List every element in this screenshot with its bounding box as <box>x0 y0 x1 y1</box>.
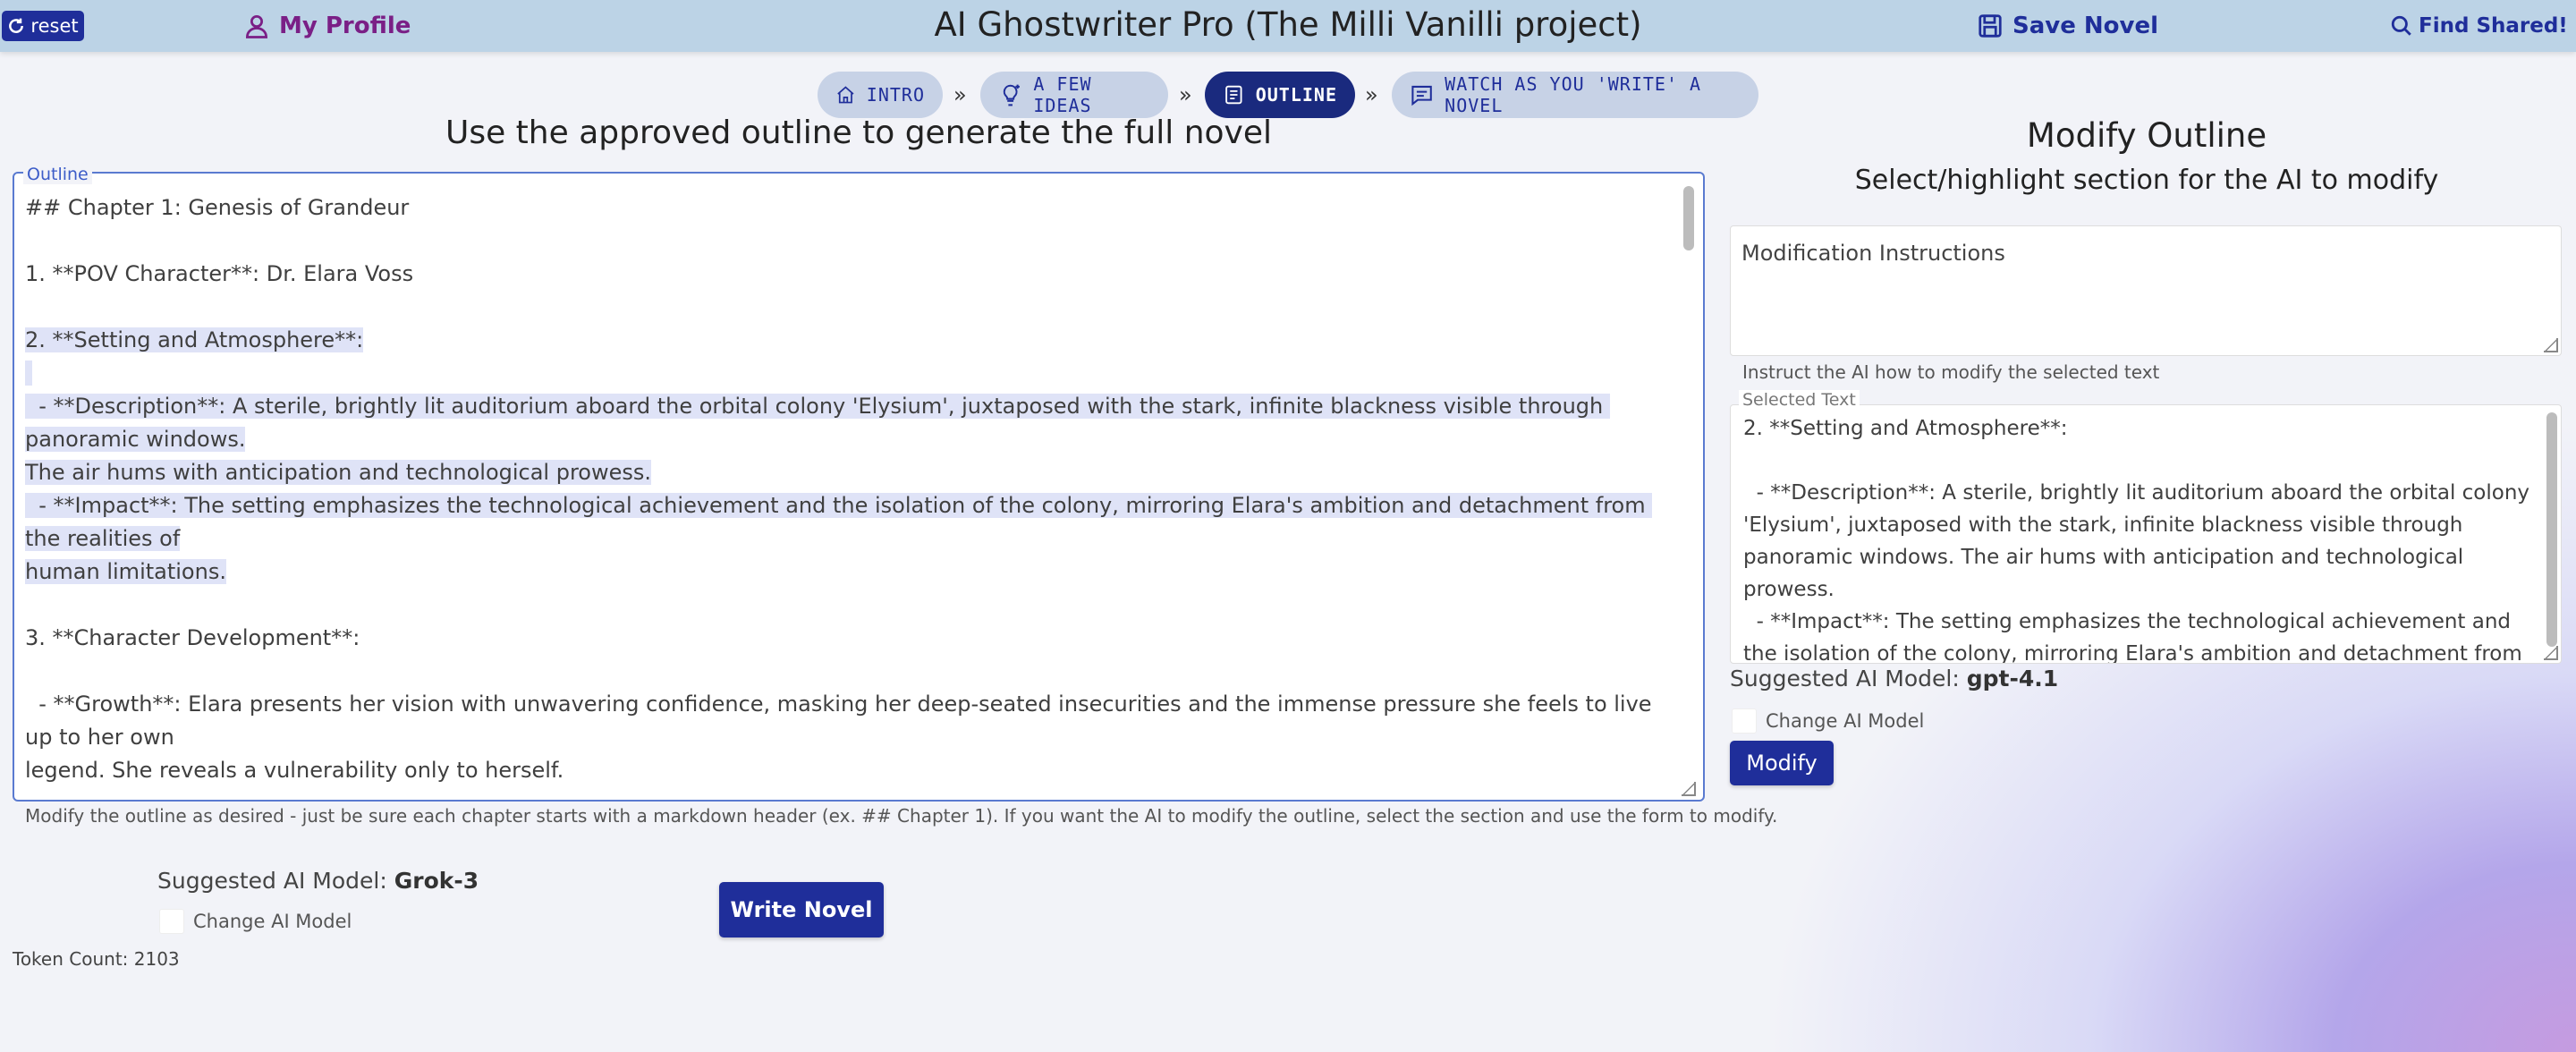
instructions-hint: Instruct the AI how to modify the select… <box>1742 361 2160 383</box>
suggested-model: Suggested AI Model: Grok-3 <box>157 868 479 894</box>
user-icon <box>245 15 268 38</box>
selected-text-content: 2. **Setting and Atmosphere**: - **Descr… <box>1743 417 2530 664</box>
token-count: Token Count: 2103 <box>13 948 180 970</box>
selected-text-label: Selected Text <box>1739 390 1860 410</box>
outline-legend: Outline <box>23 165 92 184</box>
instructions-resize-handle[interactable] <box>2544 338 2558 352</box>
step-separator: » <box>953 82 967 107</box>
outline-line: 3. **Character Development**: <box>25 625 360 650</box>
outline-line: The air hums with anticipation and techn… <box>25 460 652 485</box>
outline-line: - **Relevance**: This unveiling sets the… <box>25 787 1662 791</box>
outline-line: legend. She reveals a vulnerability only… <box>25 758 564 783</box>
reset-label: reset <box>30 15 79 37</box>
step-outline[interactable]: OUTLINE <box>1205 72 1355 118</box>
outline-line: - **Impact**: The setting emphasizes the… <box>25 493 1653 551</box>
home-icon <box>837 86 854 104</box>
save-novel-label: Save Novel <box>2012 13 2159 39</box>
step-intro[interactable]: INTRO <box>818 72 943 118</box>
suggested-model-label: Suggested AI Model: <box>157 868 387 894</box>
outline-line <box>25 357 1662 390</box>
outline-scrollbar[interactable] <box>1683 186 1694 250</box>
outline-hint: Modify the outline as desired - just be … <box>25 805 1778 827</box>
step-outline-label: OUTLINE <box>1255 84 1337 106</box>
outline-textarea[interactable]: ## Chapter 1: Genesis of Grandeur 1. **PO… <box>25 191 1662 791</box>
modify-subheading: Select/highlight section for the AI to m… <box>1854 165 2439 196</box>
search-icon <box>2391 15 2411 36</box>
selected-text-area[interactable]: 2. **Setting and Atmosphere**: - **Descr… <box>1730 404 2562 664</box>
suggested-model-value: Grok-3 <box>394 868 479 894</box>
find-shared-button[interactable]: Find Shared! <box>2390 0 2568 52</box>
page-heading: Use the approved outline to generate the… <box>445 115 1272 151</box>
selected-text-scrollbar[interactable] <box>2546 412 2557 647</box>
outline-line <box>25 589 1662 622</box>
outline-line: ## Chapter 1: Genesis of Grandeur <box>25 195 410 220</box>
modification-instructions-input[interactable]: Modification Instructions <box>1730 225 2562 356</box>
lightbulb-icon <box>1003 84 1020 106</box>
outline-line: - **Description**: A sterile, brightly l… <box>25 394 1610 452</box>
reset-button[interactable]: reset <box>2 11 84 41</box>
top-bar: reset My Profile AI Ghostwriter Pro (The… <box>0 0 2576 52</box>
refresh-icon <box>9 18 24 33</box>
my-profile-label: My Profile <box>279 13 411 39</box>
outline-line: - **Growth**: Elara presents her vision … <box>25 691 1659 750</box>
modify-button[interactable]: Modify <box>1730 741 1834 785</box>
change-model-checkbox[interactable] <box>159 909 184 934</box>
step-separator: » <box>1365 82 1378 107</box>
outline-line: human limitations. <box>25 559 226 584</box>
chat-icon <box>1411 85 1432 106</box>
step-watch-write-label: WATCH AS YOU 'WRITE' A NOVEL <box>1445 73 1702 116</box>
step-watch-write[interactable]: WATCH AS YOU 'WRITE' A NOVEL <box>1392 72 1758 118</box>
my-profile-link[interactable]: My Profile <box>243 0 411 52</box>
modify-heading: Modify Outline <box>2026 116 2267 155</box>
outline-resize-handle[interactable] <box>1682 782 1696 796</box>
mod-suggested-model-label: Suggested AI Model: <box>1730 666 1960 691</box>
document-icon <box>1225 85 1242 105</box>
outline-line: 2. **Setting and Atmosphere**: <box>25 327 364 352</box>
save-icon <box>1979 14 2002 38</box>
change-model-label: Change AI Model <box>193 911 352 932</box>
outline-line: 1. **POV Character**: Dr. Elara Voss <box>25 261 414 286</box>
wizard-stepper: INTRO » A FEW IDEAS » OUTLINE » WATCH AS… <box>0 72 2576 118</box>
app-title: AI Ghostwriter Pro (The Milli Vanilli pr… <box>934 4 1642 44</box>
save-novel-button[interactable]: Save Novel <box>1977 0 2158 52</box>
step-separator: » <box>1179 82 1192 107</box>
find-shared-label: Find Shared! <box>2419 14 2568 38</box>
mod-suggested-model-value: gpt-4.1 <box>1966 666 2059 691</box>
outline-line <box>25 291 1662 324</box>
step-intro-label: INTRO <box>866 84 925 106</box>
step-a-few-ideas-label: A FEW IDEAS <box>1033 73 1092 116</box>
outline-line <box>25 225 1662 258</box>
selected-resize-handle[interactable] <box>2544 646 2558 660</box>
outline-line <box>25 655 1662 688</box>
mod-suggested-model: Suggested AI Model: gpt-4.1 <box>1730 666 2058 691</box>
step-a-few-ideas[interactable]: A FEW IDEAS <box>980 72 1168 118</box>
mod-change-model-label: Change AI Model <box>1766 710 1925 732</box>
write-novel-button[interactable]: Write Novel <box>719 882 884 937</box>
mod-change-model-checkbox[interactable] <box>1732 708 1757 734</box>
